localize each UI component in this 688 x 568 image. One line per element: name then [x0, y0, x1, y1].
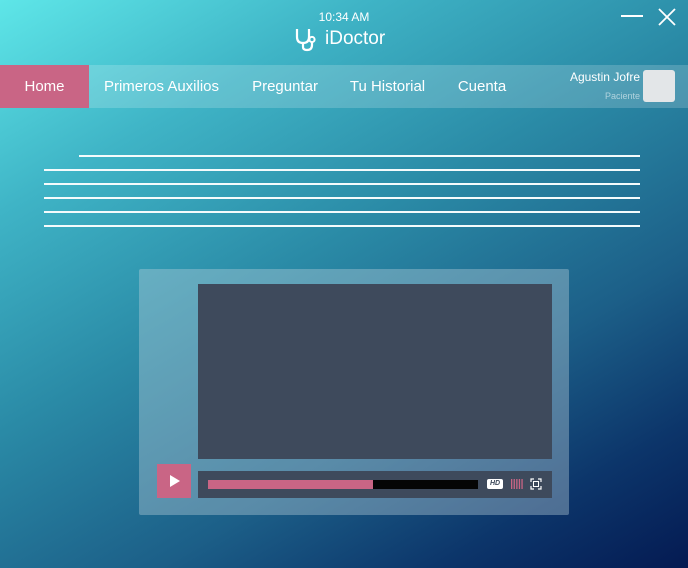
progress-fill — [208, 480, 373, 489]
text-placeholder-line — [44, 225, 640, 227]
volume-icon[interactable] — [511, 478, 523, 490]
minimize-icon[interactable] — [621, 15, 643, 17]
nav-item-tu-historial[interactable]: Tu Historial — [340, 65, 435, 108]
user-name: Agustin Jofre — [569, 70, 640, 84]
text-placeholder-line — [44, 169, 640, 171]
close-icon[interactable] — [657, 8, 677, 26]
progress-bar[interactable] — [208, 480, 478, 489]
app-brand: iDoctor — [293, 26, 385, 52]
text-placeholder-line — [44, 197, 640, 199]
nav-item-primeros-auxilios[interactable]: Primeros Auxilios — [96, 65, 227, 108]
text-placeholder-line — [79, 155, 640, 157]
play-button[interactable] — [157, 464, 191, 498]
nav-item-preguntar[interactable]: Preguntar — [240, 65, 330, 108]
fullscreen-icon[interactable] — [530, 478, 542, 490]
text-placeholder-line — [44, 183, 640, 185]
video-controls: HD — [198, 471, 552, 498]
nav-item-cuenta[interactable]: Cuenta — [446, 65, 518, 108]
avatar[interactable] — [643, 70, 675, 102]
video-screen[interactable] — [198, 284, 552, 459]
status-time: 10:34 AM — [318, 10, 370, 24]
text-placeholder-line — [44, 211, 640, 213]
stethoscope-icon — [295, 29, 316, 52]
user-role: Paciente — [604, 91, 640, 101]
hd-icon[interactable]: HD — [487, 479, 503, 489]
nav-item-home[interactable]: Home — [0, 65, 89, 108]
app-title: iDoctor — [325, 28, 386, 49]
